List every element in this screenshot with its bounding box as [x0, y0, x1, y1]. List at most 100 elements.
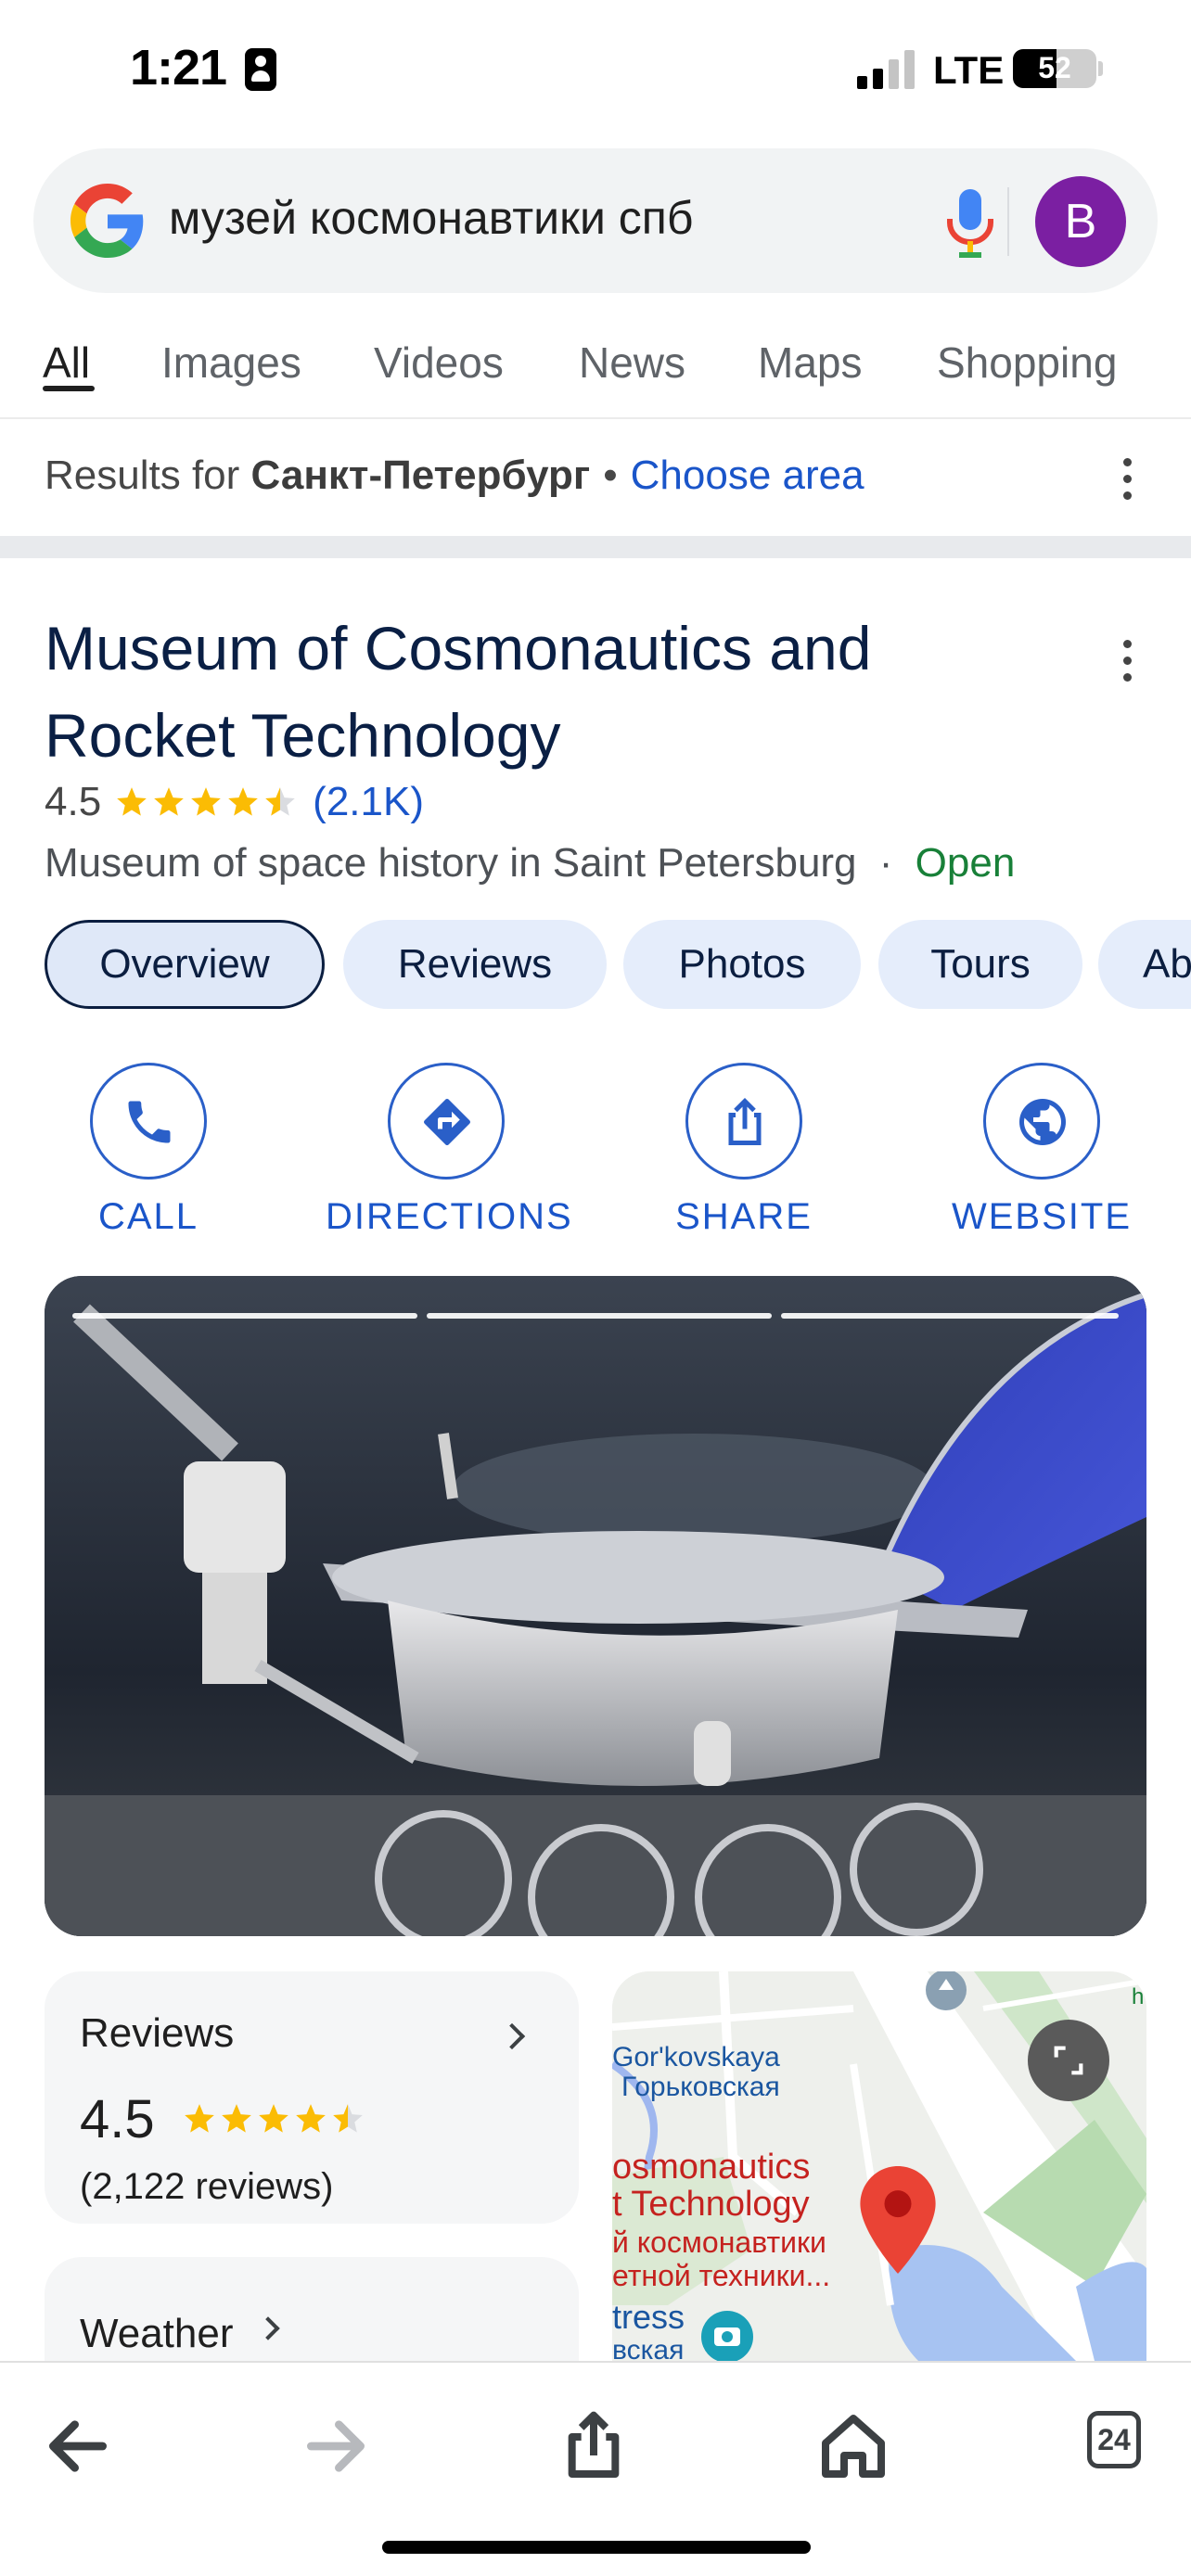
map-label-metro-en: Gor'kovskaya [612, 2042, 780, 2072]
place-title-line2: Rocket Technology [45, 701, 561, 770]
location-prefix: Results for [45, 453, 240, 498]
location-more-options-icon[interactable] [1123, 458, 1133, 501]
map-label-place-en-2: t Technology [612, 2185, 810, 2224]
place-rating-value: 4.5 [45, 779, 102, 824]
browser-toolbar: 24 [0, 2361, 1191, 2576]
tab-news[interactable]: News [579, 338, 685, 388]
share-page-icon[interactable] [557, 2409, 631, 2483]
chip-about[interactable]: Ab [1098, 920, 1191, 1009]
home-indicator [382, 2541, 811, 2554]
chip-photos[interactable]: Photos [623, 920, 861, 1009]
star-icon [185, 2104, 214, 2133]
chip-reviews[interactable]: Reviews [343, 920, 607, 1009]
lunokhod-photo [45, 1276, 1146, 1936]
website-label: WEBSITE [951, 1196, 1133, 1237]
tab-all[interactable]: All [43, 338, 90, 388]
place-title: Museum of Cosmonautics and Rocket Techno… [45, 605, 1046, 779]
battery-icon: 52 [1013, 49, 1096, 88]
call-circle[interactable] [90, 1063, 207, 1180]
tab-shopping[interactable]: Shopping [937, 338, 1117, 388]
focus-mode-icon [245, 48, 276, 91]
tab-maps[interactable]: Maps [758, 338, 862, 388]
star-icon [191, 787, 222, 816]
reviews-card-stars [182, 2101, 367, 2136]
search-bar[interactable]: музей космонавтики спб B [33, 148, 1158, 293]
location-name: Санкт-Петербург [250, 453, 591, 498]
call-label: CALL [97, 1196, 199, 1237]
search-type-tabs: All Images Videos News Maps Shopping [0, 330, 1191, 415]
place-subtitle: Museum of space history in Saint Petersb… [45, 840, 1015, 886]
status-bar: 1:21 LTE 52 [0, 0, 1191, 139]
map-label-fortress-ru: вская [612, 2335, 685, 2361]
expand-icon [1054, 2046, 1083, 2075]
tab-images[interactable]: Images [161, 338, 301, 388]
place-rating-stars [114, 784, 300, 820]
directions-circle[interactable] [388, 1063, 505, 1180]
place-more-options-icon[interactable] [1123, 640, 1133, 682]
place-review-count-link[interactable]: (2.1K) [313, 779, 424, 825]
star-icon [117, 787, 147, 816]
location-map[interactable]: Gor'kovskaya Горьковская osmonautics t T… [612, 1971, 1146, 2361]
location-notice: Results for Санкт-Петербург • Choose area [45, 453, 864, 499]
voice-search-mic-icon[interactable] [942, 185, 998, 260]
directions-button[interactable]: DIRECTIONS [326, 1063, 573, 1238]
website-circle[interactable] [983, 1063, 1100, 1180]
signal-strength-icon [857, 50, 915, 89]
website-button[interactable]: WEBSITE [921, 1063, 1162, 1238]
section-separator [0, 536, 1191, 558]
reviews-card[interactable]: Reviews 4.5 (2,122 reviews) [45, 1971, 579, 2224]
chip-tours[interactable]: Tours [878, 920, 1082, 1009]
map-expand-button[interactable] [1028, 2020, 1109, 2101]
status-time: 1:21 [130, 40, 227, 96]
weather-card-title: Weather [80, 2311, 234, 2356]
reviews-card-rating: 4.5 [80, 2089, 155, 2149]
share-button[interactable]: SHARE [623, 1063, 864, 1238]
forward-arrow-icon[interactable] [299, 2409, 373, 2483]
network-type: LTE [933, 48, 1005, 92]
tab-videos[interactable]: Videos [374, 338, 504, 388]
share-circle[interactable] [685, 1063, 802, 1180]
share-icon [728, 1097, 762, 1145]
battery-level: 52 [1038, 51, 1071, 84]
map-label-fortress-en: tress [612, 2298, 685, 2336]
search-divider [1007, 187, 1009, 256]
search-input[interactable]: музей космонавтики спб [169, 191, 693, 245]
place-title-line1: Museum of Cosmonautics and [45, 614, 872, 682]
globe-icon [1019, 1099, 1066, 1145]
call-button[interactable]: CALL [28, 1063, 269, 1238]
place-subtitle-separator: · [878, 840, 893, 886]
photo-progress-segment-2 [427, 1313, 772, 1319]
directions-label: DIRECTIONS [326, 1196, 573, 1237]
map-label-place-ru-1: й космонавтики [612, 2225, 826, 2259]
place-rating-row: 4.5 (2.1K) [45, 779, 424, 825]
map-location-pin-icon[interactable] [859, 2166, 937, 2274]
place-photo-carousel[interactable] [45, 1276, 1146, 1936]
tab-switcher-button[interactable]: 24 [1087, 2411, 1141, 2468]
map-label-metro-ru: Горьковская [621, 2072, 780, 2102]
map-label-place-ru-2: етной техники... [612, 2259, 831, 2292]
share-label: SHARE [675, 1196, 813, 1237]
location-separator: • [603, 453, 618, 498]
star-icon [333, 2104, 363, 2133]
star-icon [259, 2104, 288, 2133]
tabs-divider [0, 417, 1191, 419]
star-icon [228, 787, 259, 816]
directions-icon [424, 1099, 470, 1145]
account-avatar[interactable]: B [1035, 176, 1126, 267]
map-camera-poi-icon[interactable] [701, 2311, 753, 2361]
place-category: Museum of space history in Saint Petersb… [45, 840, 857, 886]
home-icon[interactable] [816, 2409, 890, 2483]
weather-chevron-icon [256, 2316, 280, 2340]
chip-overview[interactable]: Overview [45, 920, 325, 1009]
star-icon [265, 787, 296, 816]
star-icon [296, 2104, 326, 2133]
choose-area-link[interactable]: Choose area [631, 453, 864, 498]
photo-progress-segment-3 [781, 1313, 1119, 1319]
back-arrow-icon[interactable] [41, 2409, 115, 2483]
google-logo-icon[interactable] [70, 184, 145, 258]
star-icon [154, 787, 185, 816]
phone-icon [128, 1101, 171, 1143]
active-tab-indicator [43, 386, 95, 391]
photo-progress-segment-1 [72, 1313, 417, 1319]
reviews-card-title: Reviews [80, 2010, 235, 2056]
